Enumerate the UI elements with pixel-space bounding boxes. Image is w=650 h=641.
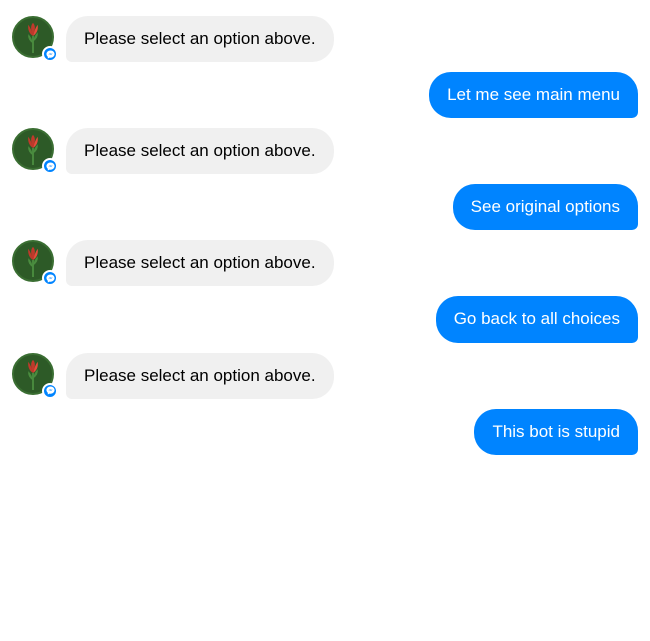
message-row-user1: Let me see main menu: [12, 72, 638, 118]
tulip-icon-4: [19, 358, 47, 390]
bot-avatar-4: [12, 353, 58, 399]
message-row-bot4: Please select an option above.: [12, 353, 638, 399]
bot-message-1: Please select an option above.: [66, 16, 334, 62]
user-message-3: Go back to all choices: [436, 296, 638, 342]
messenger-icon-3: [46, 274, 55, 283]
bot-message-2: Please select an option above.: [66, 128, 334, 174]
messenger-badge-2: [42, 158, 58, 174]
messenger-badge-3: [42, 270, 58, 286]
messenger-badge-4: [42, 383, 58, 399]
message-row-user3: Go back to all choices: [12, 296, 638, 342]
user-message-1: Let me see main menu: [429, 72, 638, 118]
message-row-bot1: Please select an option above.: [12, 16, 638, 62]
bot-message-4: Please select an option above.: [66, 353, 334, 399]
bot-avatar: [12, 16, 58, 62]
bot-avatar-3: [12, 240, 58, 286]
messenger-badge: [42, 46, 58, 62]
user-message-2: See original options: [453, 184, 638, 230]
bot-message-3: Please select an option above.: [66, 240, 334, 286]
messenger-icon-2: [46, 162, 55, 171]
message-row-bot2: Please select an option above.: [12, 128, 638, 174]
message-row-user2: See original options: [12, 184, 638, 230]
user-message-4: This bot is stupid: [474, 409, 638, 455]
messenger-icon: [46, 50, 55, 59]
bot-avatar-2: [12, 128, 58, 174]
message-row-user4: This bot is stupid: [12, 409, 638, 455]
message-row-bot3: Please select an option above.: [12, 240, 638, 286]
messenger-icon-4: [46, 386, 55, 395]
